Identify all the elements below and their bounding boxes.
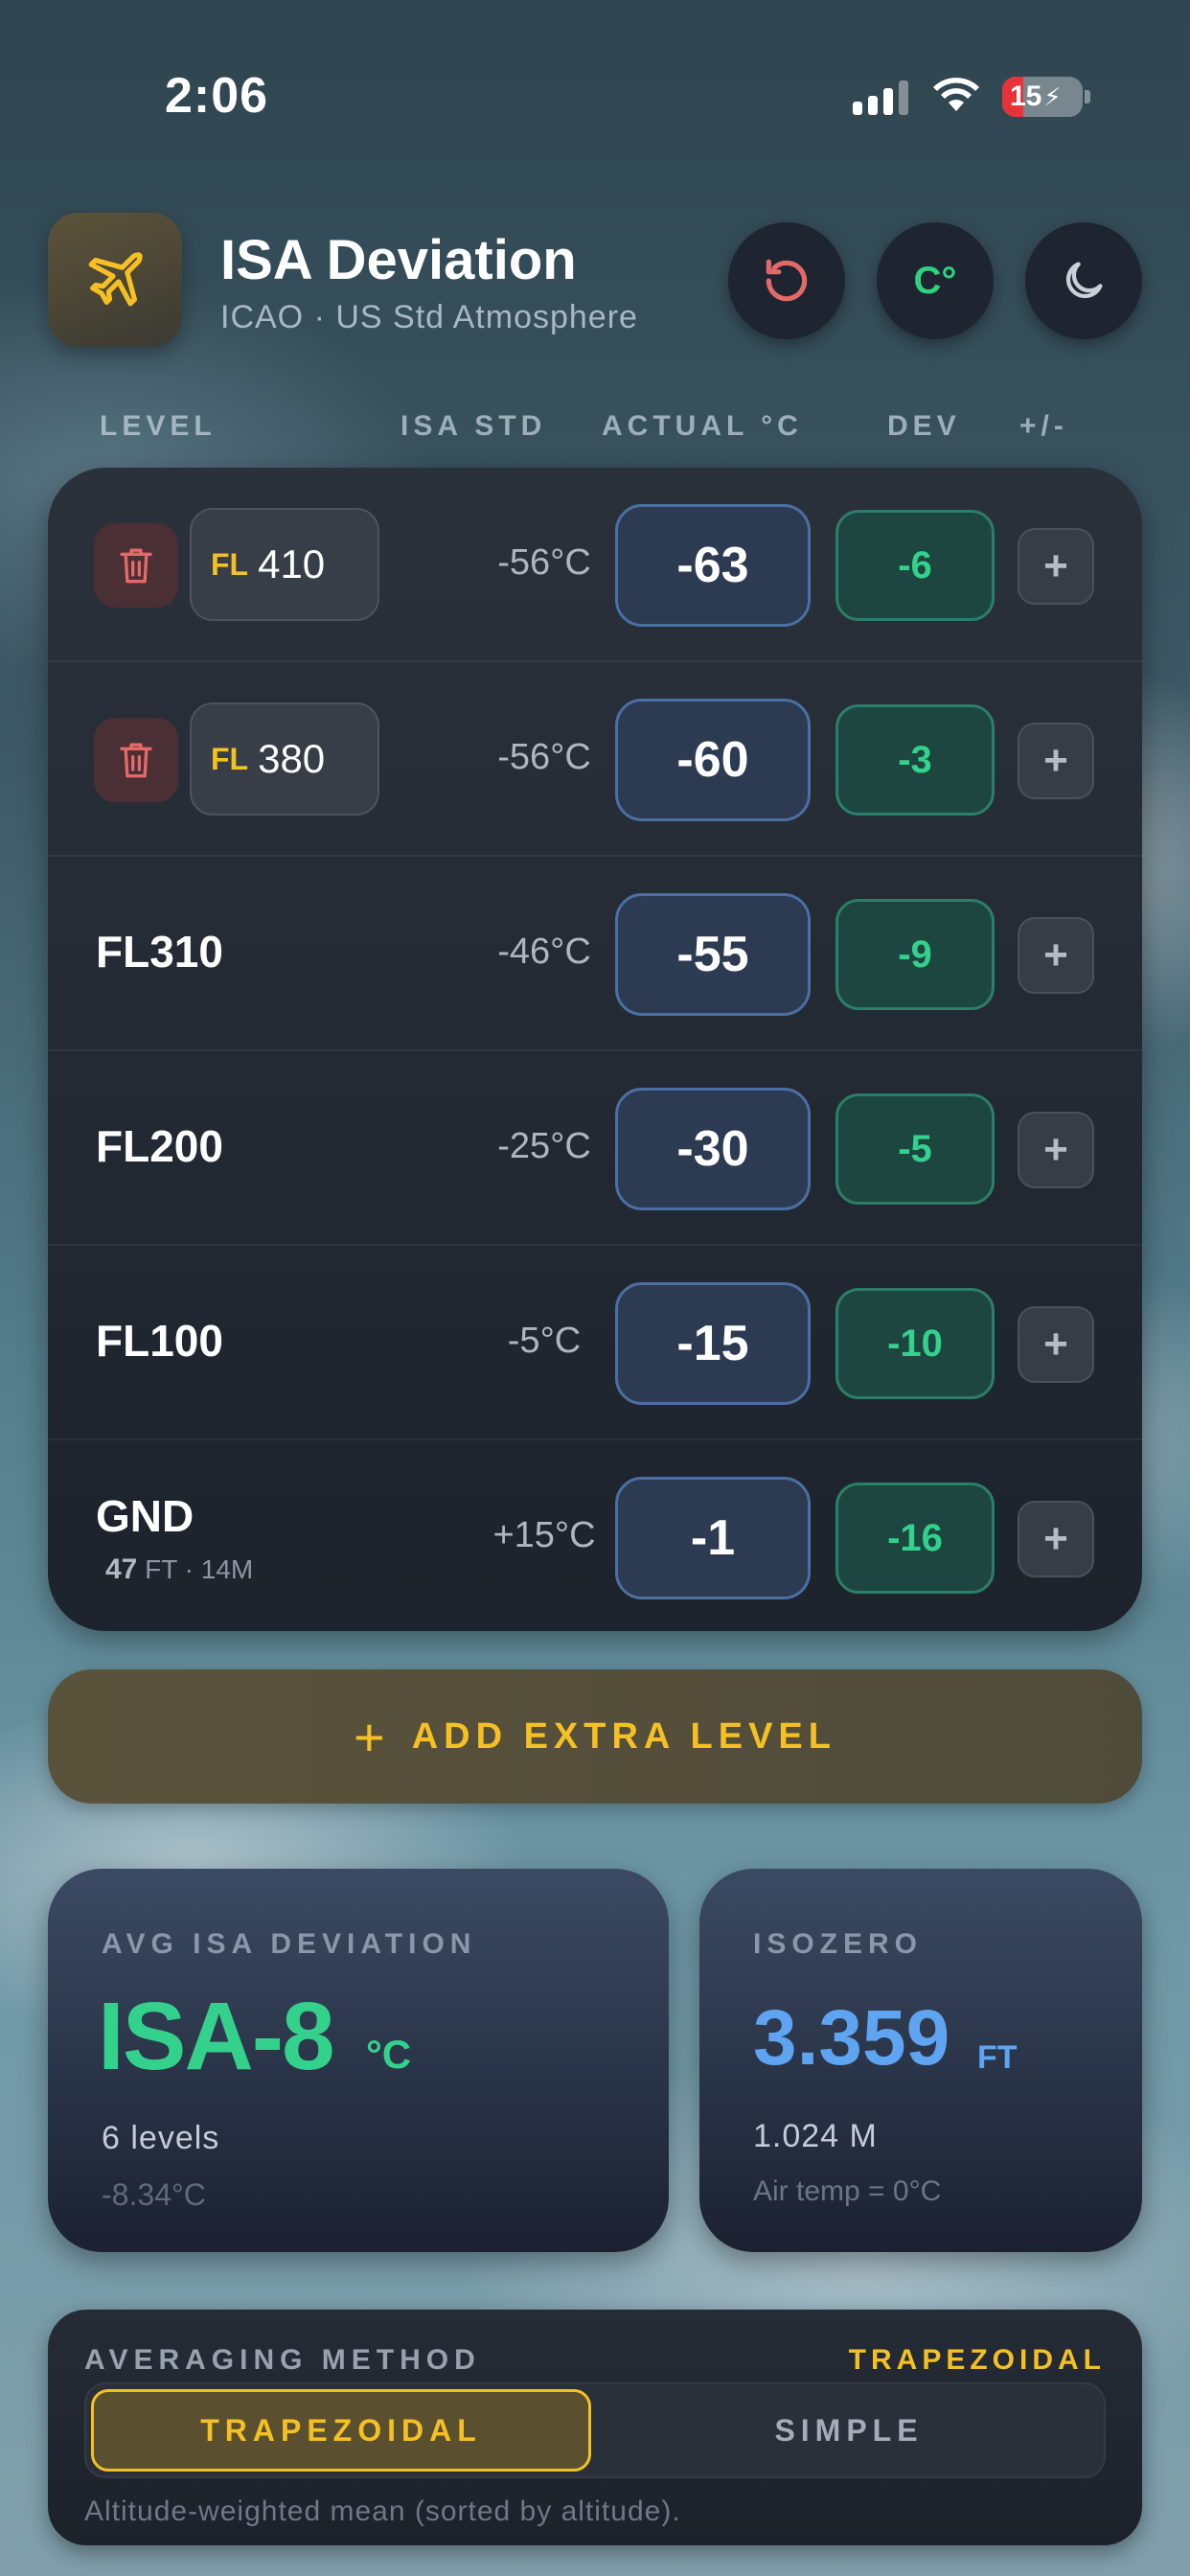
isozero-meters: 1.024 M xyxy=(753,2118,878,2154)
level-count: 6 levels xyxy=(102,2120,220,2156)
isozero-note: Air temp = 0°C xyxy=(753,2175,942,2207)
level-prefix: FL xyxy=(211,546,249,582)
delete-row-button[interactable] xyxy=(94,718,178,802)
trash-icon xyxy=(120,743,152,778)
table-row: FL200 -25°C -30 -5 + xyxy=(48,1051,1142,1246)
status-time: 2:06 xyxy=(165,68,269,124)
averaging-method-panel: AVERAGING METHOD TRAPEZOIDAL TRAPEZOIDAL… xyxy=(48,2310,1142,2545)
delete-row-button[interactable] xyxy=(94,523,178,608)
app-logo-plane-icon xyxy=(48,213,182,347)
averaging-method-segmented-control: TRAPEZOIDAL SIMPLE xyxy=(84,2382,1106,2478)
table-row: FL100 -5°C -15 -10 + xyxy=(48,1246,1142,1440)
table-row: FL 380 -56°C -60 -3 + xyxy=(48,662,1142,857)
method-option-simple[interactable]: SIMPLE xyxy=(599,2389,1099,2472)
charging-bolt-icon: ⚡ xyxy=(1043,81,1062,111)
avg-card-label: AVG ISA DEVIATION xyxy=(102,1928,477,1960)
moon-icon xyxy=(1065,262,1103,299)
page-title: ISA Deviation xyxy=(220,229,577,291)
wifi-icon xyxy=(933,78,979,111)
deviation-value: -16 xyxy=(835,1483,995,1594)
sign-toggle-button[interactable]: + xyxy=(1018,917,1094,994)
level-input[interactable]: FL 410 xyxy=(190,508,379,621)
deviation-value: -5 xyxy=(835,1093,995,1205)
column-header-plus-minus: +/- xyxy=(1019,410,1068,442)
column-header-dev: DEV xyxy=(887,410,961,442)
level-value: 410 xyxy=(258,541,326,586)
level-label: GND xyxy=(96,1491,195,1541)
level-label: FL310 xyxy=(96,927,223,977)
level-input[interactable]: FL 380 xyxy=(190,702,379,816)
isozero-card: ISOZERO 3.359 FT 1.024 M Air temp = 0°C xyxy=(699,1869,1142,2252)
battery-cap xyxy=(1085,90,1090,104)
isozero-value: 3.359 xyxy=(753,1994,950,2082)
add-extra-level-label: ADD EXTRA LEVEL xyxy=(411,1715,836,1757)
sign-toggle-button[interactable]: + xyxy=(1018,723,1094,799)
avg-isa-deviation-card: AVG ISA DEVIATION ISA-8 °C 6 levels -8.3… xyxy=(48,1869,669,2252)
actual-temp-input[interactable]: -63 xyxy=(615,504,811,627)
deviation-value: -9 xyxy=(835,899,995,1010)
column-header-level: LEVEL xyxy=(100,410,217,442)
actual-temp-input[interactable]: -60 xyxy=(615,699,811,821)
level-label: FL100 xyxy=(96,1316,223,1366)
levels-table: FL 410 -56°C -63 -6 + FL 380 -56°C -60 -… xyxy=(48,468,1142,1631)
actual-temp-input[interactable]: -55 xyxy=(615,893,811,1016)
averaging-method-current: TRAPEZOIDAL xyxy=(848,2344,1106,2376)
battery-icon: 15 ⚡ xyxy=(1002,77,1083,117)
averaging-method-description: Altitude-weighted mean (sorted by altitu… xyxy=(84,2496,681,2527)
avg-deviation-value: ISA-8 xyxy=(98,1983,335,2090)
table-row: FL 410 -56°C -63 -6 + xyxy=(48,468,1142,662)
table-row: GND 47 FT · 14M +15°C -1 -16 + xyxy=(48,1440,1142,1631)
avg-deviation-exact: -8.34°C xyxy=(102,2177,206,2212)
deviation-value: -3 xyxy=(835,704,995,816)
method-option-trapezoidal[interactable]: TRAPEZOIDAL xyxy=(91,2389,591,2472)
theme-toggle-button[interactable] xyxy=(1025,222,1142,339)
ground-elevation-unit: FT xyxy=(145,1554,177,1584)
actual-temp-input[interactable]: -15 xyxy=(615,1282,811,1405)
column-header-actual: ACTUAL °C xyxy=(602,410,803,442)
sign-toggle-button[interactable]: + xyxy=(1018,1306,1094,1383)
sign-toggle-button[interactable]: + xyxy=(1018,528,1094,605)
trash-icon xyxy=(120,548,152,584)
plane-icon xyxy=(88,252,143,307)
page-subtitle: ICAO · US Std Atmosphere xyxy=(220,299,638,335)
deviation-value: -10 xyxy=(835,1288,995,1399)
averaging-method-label: AVERAGING METHOD xyxy=(84,2344,481,2376)
actual-temp-input[interactable]: -1 xyxy=(615,1477,811,1599)
level-prefix: FL xyxy=(211,741,249,776)
deviation-value: -6 xyxy=(835,510,995,621)
level-label: FL200 xyxy=(96,1121,223,1171)
unit-toggle-button[interactable]: C° xyxy=(877,222,994,339)
ground-elevation: 47 FT · 14M xyxy=(105,1553,253,1586)
level-value: 380 xyxy=(258,736,326,781)
table-row: FL310 -46°C -55 -9 + xyxy=(48,857,1142,1051)
isozero-unit: FT xyxy=(977,2039,1018,2076)
avg-deviation-unit: °C xyxy=(366,2032,412,2077)
reset-button[interactable] xyxy=(728,222,845,339)
add-extra-level-button[interactable]: + ADD EXTRA LEVEL xyxy=(48,1669,1142,1804)
sign-toggle-button[interactable]: + xyxy=(1018,1501,1094,1577)
ground-elevation-value: 47 xyxy=(105,1553,138,1585)
sign-toggle-button[interactable]: + xyxy=(1018,1112,1094,1188)
actual-temp-input[interactable]: -30 xyxy=(615,1088,811,1210)
reset-icon xyxy=(766,259,808,302)
iso-card-label: ISOZERO xyxy=(753,1928,924,1960)
plus-icon: + xyxy=(354,1706,385,1767)
cellular-signal-icon xyxy=(853,80,908,115)
battery-level: 15 xyxy=(1010,80,1042,112)
column-header-isa-std: ISA STD xyxy=(400,410,547,442)
ground-elevation-meters: · 14M xyxy=(184,1554,254,1584)
